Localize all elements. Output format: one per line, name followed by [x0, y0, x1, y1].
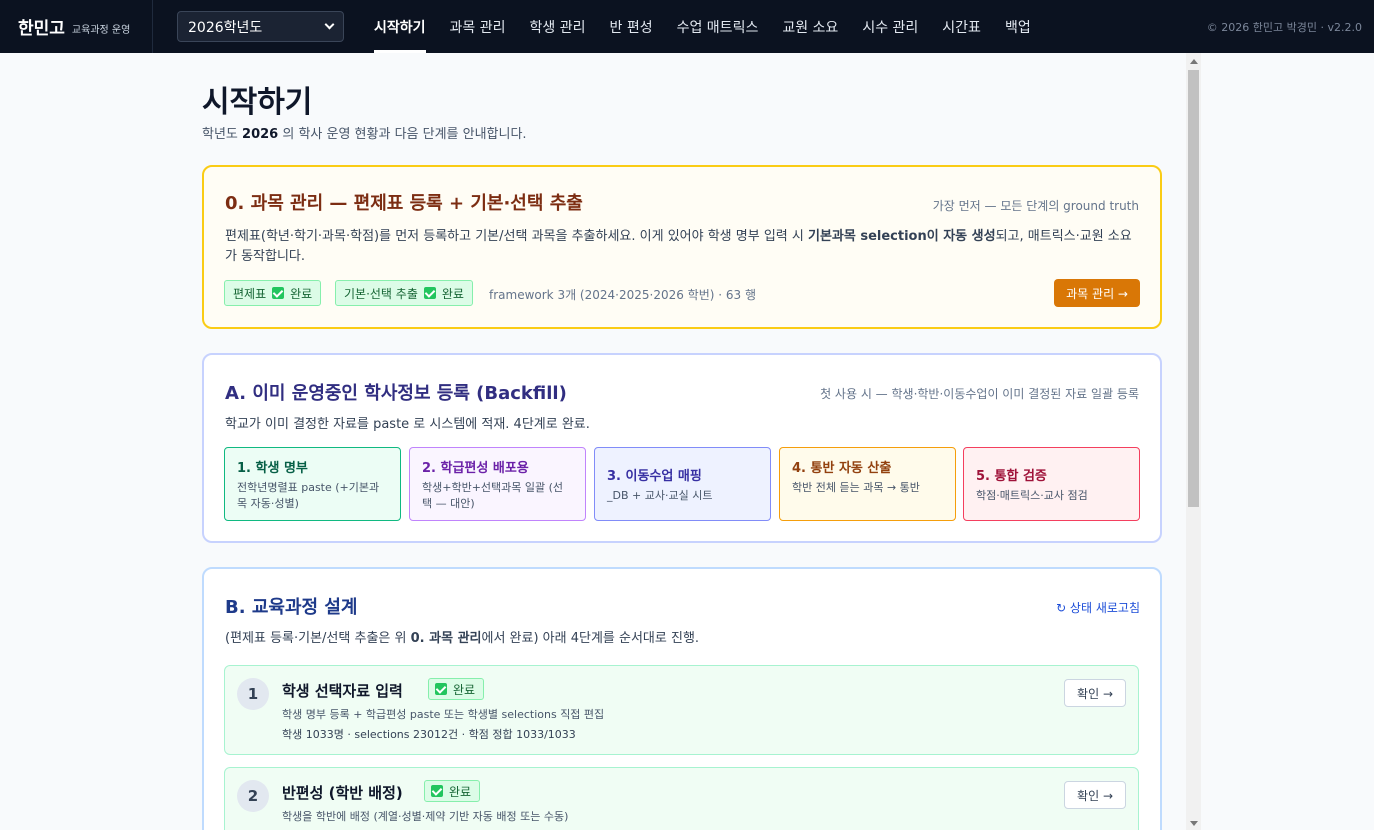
card-title: 0. 과목 관리 — 편제표 등록 + 기본·선택 추출 — [225, 193, 583, 214]
page-subtitle: 학년도 2026 의 학사 운영 현황과 다음 단계를 안내합니다. — [202, 123, 527, 142]
step-desc: 전학년명렬표 paste (+기본과목 자동·성별) — [237, 481, 380, 510]
nav-hours[interactable]: 시수 관리 — [850, 0, 930, 53]
badge-status: 완료 — [449, 784, 472, 799]
task-title: 학생 선택자료 입력 — [282, 682, 403, 700]
step-number: 1 — [237, 678, 269, 710]
backfill-step-2[interactable]: 2. 학급편성 배포용 학생+학반+선택과목 일괄 (선택 — 대안) — [409, 447, 586, 521]
year-select[interactable]: 2026학년도 — [177, 11, 344, 42]
backfill-step-5[interactable]: 5. 통합 검증 학점·매트릭스·교사 점검 — [963, 447, 1140, 521]
backfill-step-1[interactable]: 1. 학생 명부 전학년명렬표 paste (+기본과목 자동·성별) — [224, 447, 401, 521]
task-title: 반편성 (학반 배정) — [282, 784, 403, 802]
refresh-status-link[interactable]: ↻ 상태 새로고침 — [1056, 599, 1140, 616]
top-navbar: 한민고 교육과정 운영 2026학년도 시작하기 과목 관리 학생 관리 반 편… — [0, 0, 1374, 53]
nav-start[interactable]: 시작하기 — [362, 0, 438, 53]
badge-status: 완료 — [441, 286, 464, 301]
scroll-down-arrow-icon[interactable] — [1190, 821, 1198, 826]
card-description: (편제표 등록·기본/선택 추출은 위 0. 과목 관리에서 완료) 아래 4단… — [225, 629, 699, 649]
desc-bold: 기본과목 selection이 자동 생성 — [807, 229, 996, 244]
confirm-button[interactable]: 확인 → — [1064, 679, 1126, 707]
nav-subjects[interactable]: 과목 관리 — [438, 0, 518, 53]
page-title: 시작하기 — [202, 85, 313, 120]
task-item: 1 학생 선택자료 입력 완료 학생 명부 등록 + 학급편성 paste 또는… — [224, 665, 1139, 755]
desc-text: 편제표(학년·학기·과목·학점)를 먼저 등록하고 기본/선택 과목을 추출하세… — [225, 229, 804, 244]
step-title: 3. 이동수업 매핑 — [607, 469, 702, 484]
step-title: 2. 학급편성 배포용 — [422, 461, 529, 476]
subject-manage-button[interactable]: 과목 관리 → — [1054, 279, 1140, 307]
vertical-scrollbar[interactable] — [1186, 53, 1201, 830]
step-desc: 학점·매트릭스·교사 점검 — [976, 489, 1088, 502]
step-number: 2 — [237, 780, 269, 812]
nav-matrix[interactable]: 수업 매트릭스 — [665, 0, 771, 53]
status-badge: 기본·선택 추출 완료 — [335, 280, 473, 306]
card-description: 학교가 이미 결정한 자료를 paste 로 시스템에 적재. 4단계로 완료. — [225, 417, 590, 432]
main-nav: 시작하기 과목 관리 학생 관리 반 편성 수업 매트릭스 교원 소요 시수 관… — [362, 0, 1043, 53]
year-select-value: 2026학년도 — [188, 19, 263, 36]
nav-teachers[interactable]: 교원 소요 — [770, 0, 850, 53]
backfill-step-4[interactable]: 4. 통반 자동 산출 학반 전체 듣는 과목 → 통반 — [779, 447, 956, 521]
card-note: 가장 먼저 — 모든 단계의 ground truth — [932, 199, 1139, 213]
step-title: 1. 학생 명부 — [237, 461, 308, 476]
step-desc: _DB + 교사·교실 시트 — [607, 489, 713, 502]
subject-setup-card: 0. 과목 관리 — 편제표 등록 + 기본·선택 추출 가장 먼저 — 모든 … — [202, 165, 1162, 329]
desc-text: (편제표 등록·기본/선택 추출은 위 — [225, 631, 407, 646]
nav-classes[interactable]: 반 편성 — [598, 0, 665, 53]
nav-students[interactable]: 학생 관리 — [518, 0, 598, 53]
card-title: A. 이미 운영중인 학사정보 등록 (Backfill) — [225, 383, 567, 404]
scroll-up-arrow-icon[interactable] — [1190, 59, 1198, 64]
card-title: B. 교육과정 설계 — [225, 597, 358, 618]
main-content: 시작하기 학년도 2026 의 학사 운영 현황과 다음 단계를 안내합니다. … — [0, 53, 1186, 830]
badge-status: 완료 — [453, 682, 476, 697]
badge-label: 편제표 — [233, 286, 267, 301]
right-gutter — [1201, 53, 1374, 830]
status-badge: 완료 — [424, 780, 481, 802]
task-description: 학생 명부 등록 + 학급편성 paste 또는 학생별 selections … — [282, 708, 605, 721]
status-badge: 완료 — [428, 678, 485, 700]
nav-backup[interactable]: 백업 — [993, 0, 1043, 53]
step-desc: 학반 전체 듣는 과목 → 통반 — [792, 481, 920, 494]
task-item: 2 반편성 (학반 배정) 완료 학생을 학반에 배정 (계열·성별·제약 기반… — [224, 767, 1139, 830]
task-meta: 학생 1033명 · selections 23012건 · 학점 정합 103… — [282, 728, 576, 741]
brand[interactable]: 한민고 교육과정 운영 — [0, 0, 153, 53]
subtitle-year: 2026 — [242, 127, 279, 142]
check-icon — [435, 683, 447, 695]
desc-bold: 0. 과목 관리 — [410, 631, 482, 646]
step-desc: 학생+학반+선택과목 일괄 (선택 — 대안) — [422, 481, 564, 510]
card-description: 편제표(학년·학기·과목·학점)를 먼저 등록하고 기본/선택 과목을 추출하세… — [225, 227, 1140, 267]
badge-status: 완료 — [290, 286, 313, 301]
check-icon — [423, 287, 436, 299]
scrollbar-thumb[interactable] — [1188, 70, 1199, 507]
subtitle-prefix: 학년도 — [202, 127, 238, 142]
curriculum-design-card: B. 교육과정 설계 ↻ 상태 새로고침 (편제표 등록·기본/선택 추출은 위… — [202, 567, 1162, 830]
badge-label: 기본·선택 추출 — [344, 286, 418, 301]
brand-subtitle: 교육과정 운영 — [71, 24, 131, 36]
nav-timetable[interactable]: 시간표 — [930, 0, 993, 53]
subtitle-suffix: 의 학사 운영 현황과 다음 단계를 안내합니다. — [282, 127, 527, 142]
check-icon — [272, 287, 285, 299]
task-description: 학생을 학반에 배정 (계열·성별·제약 기반 자동 배정 또는 수동) — [282, 810, 569, 823]
desc-text-2: 에서 완료) 아래 4단계를 순서대로 진행. — [481, 631, 700, 646]
step-title: 4. 통반 자동 산출 — [792, 461, 892, 476]
check-icon — [431, 785, 443, 797]
status-badge: 편제표 완료 — [224, 280, 322, 306]
confirm-button[interactable]: 확인 → — [1064, 781, 1126, 809]
chevron-down-icon — [324, 19, 335, 30]
card-note: 첫 사용 시 — 학생·학반·이동수업이 이미 결정된 자료 일괄 등록 — [820, 387, 1139, 401]
backfill-step-3[interactable]: 3. 이동수업 매핑 _DB + 교사·교실 시트 — [594, 447, 771, 521]
brand-name: 한민고 — [18, 19, 65, 39]
step-title: 5. 통합 검증 — [976, 469, 1047, 484]
backfill-card: A. 이미 운영중인 학사정보 등록 (Backfill) 첫 사용 시 — 학… — [202, 353, 1162, 543]
framework-meta: framework 3개 (2024·2025·2026 학번) · 63 행 — [489, 288, 756, 302]
copyright: © 2026 한민고 박경민 · v2.2.0 — [1206, 21, 1362, 34]
